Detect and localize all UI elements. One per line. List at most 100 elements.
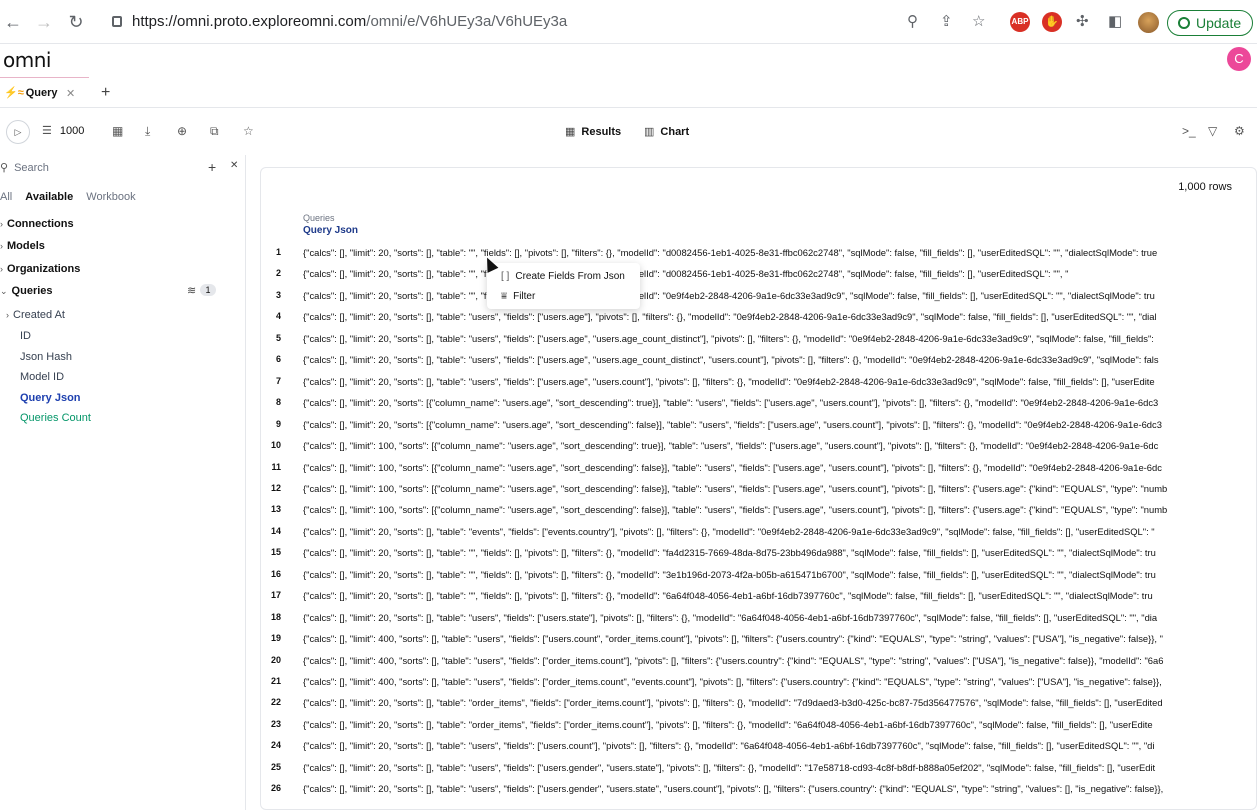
query-json-cell[interactable]: {"calcs": [], "limit": 20, "sorts": [], … — [303, 762, 1155, 773]
table-row[interactable]: 24 {"calcs": [], "limit": 20, "sorts": []… — [261, 740, 1256, 761]
table-row[interactable]: 8 {"calcs": [], "limit": 20, "sorts": [{"… — [261, 397, 1256, 418]
field-created-at[interactable]: › Created At — [6, 309, 65, 321]
query-json-cell[interactable]: {"calcs": [], "limit": 20, "sorts": [], … — [303, 526, 1155, 537]
table-row[interactable]: 11 {"calcs": [], "limit": 100, "sorts": [… — [261, 462, 1256, 483]
section-organizations[interactable]: › Organizations — [0, 263, 80, 275]
collapse-icon[interactable]: ✕ — [230, 160, 238, 171]
query-json-cell[interactable]: {"calcs": [], "limit": 20, "sorts": [], … — [303, 376, 1155, 387]
menu-item-filter[interactable]: ⩸ Filter — [501, 291, 535, 302]
table-row[interactable]: 22 {"calcs": [], "limit": 20, "sorts": []… — [261, 697, 1256, 718]
filter-icon[interactable]: ▽ — [1208, 124, 1217, 138]
field-json-hash[interactable]: Json Hash — [20, 351, 72, 363]
side-panel-icon[interactable]: ◧ — [1108, 12, 1122, 30]
table-row[interactable]: 14 {"calcs": [], "limit": 20, "sorts": []… — [261, 526, 1256, 547]
star-icon[interactable]: ☆ — [243, 124, 254, 138]
zoom-icon[interactable]: ⚲ — [907, 12, 918, 30]
query-json-cell[interactable]: {"calcs": [], "limit": 20, "sorts": [], … — [303, 590, 1153, 601]
table-row[interactable]: 26 {"calcs": [], "limit": 20, "sorts": []… — [261, 783, 1256, 804]
query-json-cell[interactable]: {"calcs": [], "limit": 100, "sorts": [{"… — [303, 483, 1167, 494]
query-json-cell[interactable]: {"calcs": [], "limit": 20, "sorts": [], … — [303, 740, 1154, 751]
filter-tab-all[interactable]: All — [0, 191, 12, 203]
query-json-cell[interactable]: {"calcs": [], "limit": 20, "sorts": [], … — [303, 783, 1163, 794]
hand-extension-icon[interactable]: ✋ — [1042, 12, 1062, 32]
update-button[interactable]: Update — [1167, 10, 1253, 36]
duplicate-icon[interactable]: ⧉ — [210, 124, 219, 139]
query-json-cell[interactable]: {"calcs": [], "limit": 20, "sorts": [{"c… — [303, 419, 1162, 430]
tab-query[interactable]: ⚡≈ Query ✕ — [0, 80, 75, 108]
menu-item-create-fields-from-json[interactable]: [ ] Create Fields From Json — [501, 271, 625, 282]
query-json-cell[interactable]: {"calcs": [], "limit": 100, "sorts": [{"… — [303, 462, 1162, 473]
query-json-cell[interactable]: {"calcs": [], "limit": 20, "sorts": [{"c… — [303, 397, 1158, 408]
section-queries[interactable]: ⌄ Queries — [0, 285, 53, 297]
run-button[interactable]: ▷ — [6, 120, 30, 144]
address-bar[interactable]: https://omni.proto.exploreomni.com/omni/… — [112, 13, 567, 30]
query-json-cell[interactable]: {"calcs": [], "limit": 20, "sorts": [], … — [303, 719, 1153, 730]
row-limit[interactable]: ☰ 1000 — [42, 124, 84, 137]
table-row[interactable]: 17 {"calcs": [], "limit": 20, "sorts": []… — [261, 590, 1256, 611]
query-json-cell[interactable]: {"calcs": [], "limit": 20, "sorts": [], … — [303, 612, 1157, 623]
query-json-cell[interactable]: {"calcs": [], "limit": 20, "sorts": [], … — [303, 697, 1163, 708]
bookmark-star-icon[interactable]: ☆ — [972, 12, 985, 30]
field-query-json[interactable]: Query Json — [20, 392, 81, 404]
table-row[interactable]: 10 {"calcs": [], "limit": 100, "sorts": [… — [261, 440, 1256, 461]
back-icon[interactable]: ← — [2, 11, 24, 33]
query-json-cell[interactable]: {"calcs": [], "limit": 20, "sorts": [], … — [303, 268, 1068, 279]
table-row[interactable]: 16 {"calcs": [], "limit": 20, "sorts": []… — [261, 569, 1256, 590]
query-json-cell[interactable]: {"calcs": [], "limit": 20, "sorts": [], … — [303, 247, 1157, 258]
filter-tab-available[interactable]: Available — [25, 191, 73, 203]
table-row[interactable]: 19 {"calcs": [], "limit": 400, "sorts": [… — [261, 633, 1256, 654]
table-row[interactable]: 25 {"calcs": [], "limit": 20, "sorts": []… — [261, 762, 1256, 783]
search-input[interactable]: ⚲ Search — [0, 161, 49, 174]
query-json-cell[interactable]: {"calcs": [], "limit": 20, "sorts": [], … — [303, 354, 1159, 365]
field-queries-count[interactable]: Queries Count — [20, 412, 91, 424]
chart-tab[interactable]: ▥ Chart — [644, 125, 689, 138]
table-icon[interactable]: ▦ — [112, 124, 123, 138]
table-row[interactable]: 7 {"calcs": [], "limit": 20, "sorts": [],… — [261, 376, 1256, 397]
add-circle-icon[interactable]: ⊕ — [177, 124, 187, 138]
omni-logo[interactable]: omni — [3, 48, 51, 72]
table-row[interactable]: 15 {"calcs": [], "limit": 20, "sorts": []… — [261, 547, 1256, 568]
table-row[interactable]: 5 {"calcs": [], "limit": 20, "sorts": [],… — [261, 333, 1256, 354]
query-json-cell[interactable]: {"calcs": [], "limit": 100, "sorts": [{"… — [303, 504, 1167, 515]
terminal-icon[interactable]: >_ — [1182, 124, 1196, 138]
table-row[interactable]: 23 {"calcs": [], "limit": 20, "sorts": []… — [261, 719, 1256, 740]
results-tab[interactable]: ▦ Results — [565, 125, 621, 138]
table-row[interactable]: 9 {"calcs": [], "limit": 20, "sorts": [{"… — [261, 419, 1256, 440]
table-row[interactable]: 21 {"calcs": [], "limit": 400, "sorts": [… — [261, 676, 1256, 697]
query-json-cell[interactable]: {"calcs": [], "limit": 20, "sorts": [], … — [303, 311, 1157, 322]
adblock-icon[interactable]: ABP — [1010, 12, 1030, 32]
filter-tab-workbook[interactable]: Workbook — [86, 191, 135, 203]
query-json-cell[interactable]: {"calcs": [], "limit": 400, "sorts": [],… — [303, 633, 1163, 644]
add-tab-button[interactable]: + — [101, 84, 110, 102]
table-row[interactable]: 20 {"calcs": [], "limit": 400, "sorts": [… — [261, 655, 1256, 676]
query-json-cell[interactable]: {"calcs": [], "limit": 20, "sorts": [], … — [303, 290, 1155, 301]
table-row[interactable]: 13 {"calcs": [], "limit": 100, "sorts": [… — [261, 504, 1256, 525]
query-json-cell[interactable]: {"calcs": [], "limit": 20, "sorts": [], … — [303, 569, 1156, 580]
field-id[interactable]: ID — [20, 330, 31, 342]
close-icon[interactable]: ✕ — [66, 87, 75, 100]
table-row[interactable]: 18 {"calcs": [], "limit": 20, "sorts": []… — [261, 612, 1256, 633]
settings-icon[interactable]: ⚙ — [1234, 124, 1245, 138]
download-icon[interactable]: ⤓ — [145, 124, 150, 139]
column-header-query-json[interactable]: Query Json — [303, 225, 358, 236]
share-icon[interactable]: ⇪ — [940, 12, 953, 30]
query-json-cell[interactable]: {"calcs": [], "limit": 20, "sorts": [], … — [303, 547, 1156, 558]
table-row[interactable]: 6 {"calcs": [], "limit": 20, "sorts": [],… — [261, 354, 1256, 375]
query-json-cell[interactable]: {"calcs": [], "limit": 20, "sorts": [], … — [303, 333, 1154, 344]
query-json-cell[interactable]: {"calcs": [], "limit": 400, "sorts": [],… — [303, 655, 1163, 666]
query-json-cell[interactable]: {"calcs": [], "limit": 100, "sorts": [{"… — [303, 440, 1158, 451]
extensions-icon[interactable]: ✣ — [1076, 12, 1089, 30]
reload-icon[interactable]: ↻ — [65, 11, 87, 33]
user-avatar[interactable]: C — [1227, 47, 1251, 71]
table-row[interactable]: 1 {"calcs": [], "limit": 20, "sorts": [],… — [261, 247, 1256, 268]
table-row[interactable]: 12 {"calcs": [], "limit": 100, "sorts": [… — [261, 483, 1256, 504]
table-row[interactable]: 3 {"calcs": [], "limit": 20, "sorts": [],… — [261, 290, 1256, 311]
section-models[interactable]: › Models — [0, 240, 45, 252]
field-model-id[interactable]: Model ID — [20, 371, 64, 383]
add-field-button[interactable]: + — [208, 159, 216, 175]
query-json-cell[interactable]: {"calcs": [], "limit": 400, "sorts": [],… — [303, 676, 1162, 687]
forward-icon[interactable]: → — [33, 11, 55, 33]
table-row[interactable]: 2 {"calcs": [], "limit": 20, "sorts": [],… — [261, 268, 1256, 289]
section-connections[interactable]: › Connections — [0, 218, 74, 230]
table-row[interactable]: 4 {"calcs": [], "limit": 20, "sorts": [],… — [261, 311, 1256, 332]
